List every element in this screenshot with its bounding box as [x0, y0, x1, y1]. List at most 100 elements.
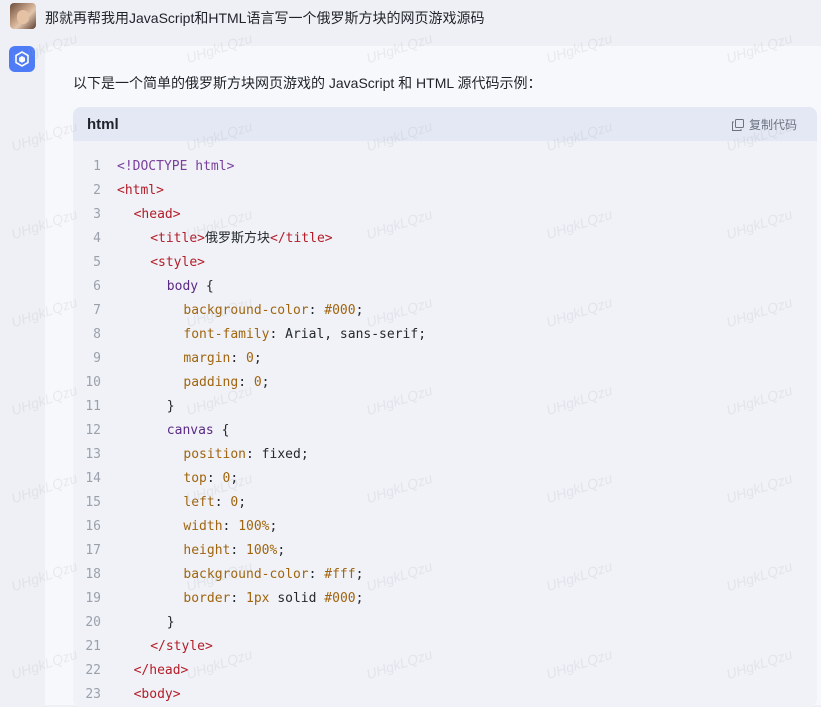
code-token: width	[183, 519, 223, 534]
code-text: background-color: #000;	[183, 299, 363, 323]
user-message-row: 那就再帮我用JavaScript和HTML语言写一个俄罗斯方块的网页游戏源码	[0, 0, 821, 38]
code-language: html	[87, 116, 119, 133]
code-token: ;	[418, 327, 427, 342]
code-line: 11}	[73, 395, 817, 419]
code-token: ;	[300, 447, 309, 462]
code-text: <style>	[150, 251, 205, 275]
code-text: width: 100%;	[183, 515, 277, 539]
line-number: 23	[85, 687, 101, 702]
code-token: :	[308, 303, 325, 318]
code-line: 20}	[73, 611, 817, 635]
code-line: 1 <!DOCTYPE html>	[73, 155, 817, 179]
line-number: 7	[93, 303, 101, 318]
code-token: font-family	[183, 327, 270, 342]
line-number: 11	[85, 399, 101, 414]
code-line: 12 canvas {	[73, 419, 817, 443]
code-token: margin	[183, 351, 231, 366]
code-text: </head>	[134, 659, 189, 683]
code-line: 15 left: 0;	[73, 491, 817, 515]
code-token: solid	[269, 591, 325, 606]
code-line: 23 <body>	[73, 683, 817, 707]
code-line: 13 position: fixed;	[73, 443, 817, 467]
line-number: 17	[85, 543, 101, 558]
code-token: background-color	[183, 303, 309, 318]
code-token: <style>	[150, 255, 205, 270]
code-text: background-color: #fff;	[183, 563, 363, 587]
code-token: ;	[277, 543, 286, 558]
code-token: ;	[253, 351, 262, 366]
code-token: ;	[261, 375, 270, 390]
code-text: position: fixed;	[183, 443, 308, 467]
code-token: fixed	[261, 447, 301, 462]
code-text: <head>	[134, 203, 181, 227]
code-text: <body>	[134, 683, 181, 707]
code-token: ;	[355, 303, 364, 318]
code-token: left	[183, 495, 215, 510]
code-token: }	[166, 399, 175, 414]
line-number: 8	[93, 327, 101, 342]
code-line: 4 <title>俄罗斯方块</title>	[73, 227, 817, 251]
code-token: 0	[253, 375, 262, 390]
code-token: 1px	[246, 591, 270, 606]
code-line: 5 <style>	[73, 251, 817, 275]
line-number: 16	[85, 519, 101, 534]
user-avatar	[10, 3, 36, 29]
code-line: 10 padding: 0;	[73, 371, 817, 395]
code-line: 22 </head>	[73, 659, 817, 683]
line-number: 12	[85, 423, 101, 438]
code-token: {	[213, 423, 230, 438]
code-text: </style>	[150, 635, 213, 659]
code-line: 9 margin: 0;	[73, 347, 817, 371]
code-text: }	[167, 395, 175, 419]
code-token: body	[166, 279, 199, 294]
line-number: 13	[85, 447, 101, 462]
code-line: 18 background-color: #fff;	[73, 563, 817, 587]
code-line: 19 border: 1px solid #000;	[73, 587, 817, 611]
line-number: 4	[93, 231, 101, 246]
code-token: :	[230, 543, 247, 558]
code-line: 6 body {	[73, 275, 817, 299]
code-token: </style>	[150, 639, 213, 654]
code-line: 7 background-color: #000;	[73, 299, 817, 323]
code-token: #000	[324, 591, 356, 606]
code-token: </head>	[133, 663, 189, 678]
code-token: <title>	[150, 231, 205, 246]
code-token: :	[238, 375, 254, 390]
code-token: 100%	[238, 519, 270, 534]
code-body: 1 <!DOCTYPE html> 2 <html> 3 <head> 4 <title>俄罗…	[73, 155, 817, 707]
code-text: <title>俄罗斯方块</title>	[150, 227, 332, 251]
code-text: body {	[167, 275, 214, 299]
code-token: height	[183, 543, 231, 558]
code-token: :	[230, 591, 247, 606]
code-token: background-color	[183, 567, 309, 582]
code-token: Arial, sans-serif	[285, 327, 419, 342]
code-text: top: 0;	[183, 467, 238, 491]
line-number: 10	[85, 375, 101, 390]
code-token: <body>	[133, 687, 181, 702]
code-token: ;	[230, 471, 239, 486]
code-token: }	[166, 615, 175, 630]
code-token: ;	[269, 519, 278, 534]
code-token: <!DOCTYPE html>	[117, 159, 235, 174]
code-text: <!DOCTYPE html>	[117, 155, 234, 179]
code-token: ;	[355, 591, 364, 606]
line-number: 21	[85, 639, 101, 654]
code-text: <html>	[117, 179, 164, 203]
code-token: <head>	[133, 207, 181, 222]
line-number: 22	[85, 663, 101, 678]
code-token: :	[214, 495, 231, 510]
copy-icon	[731, 118, 744, 131]
code-token: 100%	[246, 543, 278, 558]
line-number: 19	[85, 591, 101, 606]
code-line: 21 </style>	[73, 635, 817, 659]
copy-code-button[interactable]: 复制代码	[731, 116, 797, 133]
code-block: html 复制代码 1 <!DOCTYPE html> 2 <html> 3 <head>…	[73, 107, 817, 707]
code-token: 俄罗斯方块	[204, 231, 270, 246]
code-line: 16 width: 100%;	[73, 515, 817, 539]
code-token: :	[246, 447, 262, 462]
code-token: <html>	[117, 183, 164, 198]
code-token: canvas	[166, 423, 214, 438]
code-text: canvas {	[167, 419, 230, 443]
line-number: 18	[85, 567, 101, 582]
code-token: ;	[238, 495, 247, 510]
